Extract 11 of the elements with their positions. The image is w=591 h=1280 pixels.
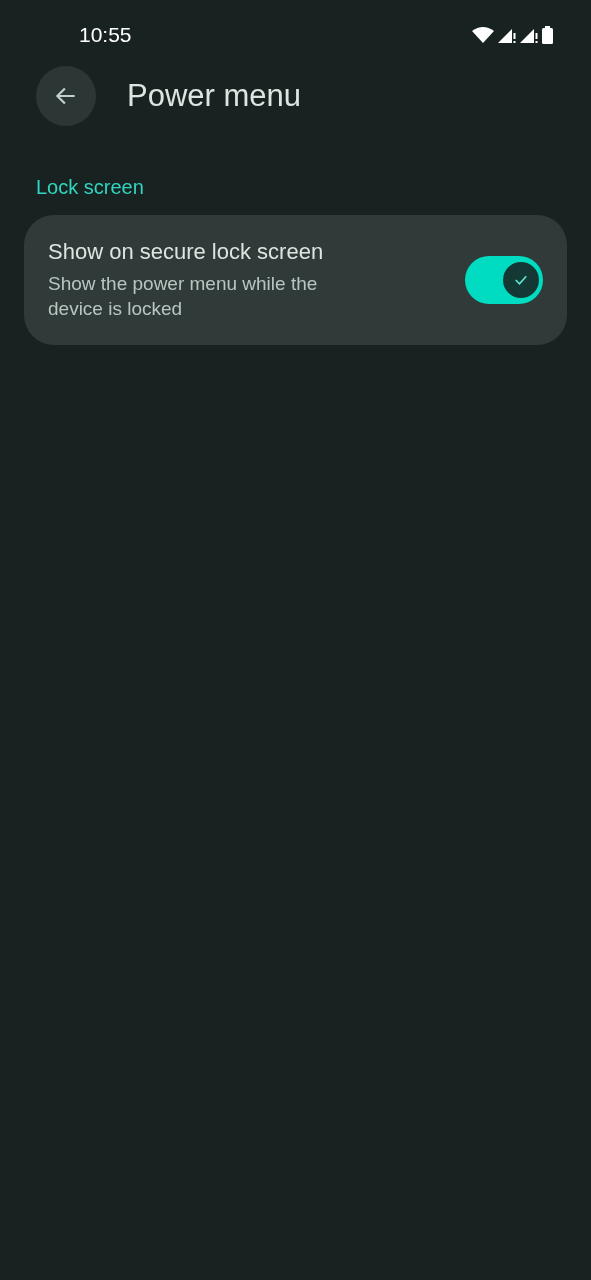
section-header: Lock screen: [36, 176, 144, 199]
page-title: Power menu: [127, 78, 302, 114]
battery-icon: [542, 26, 553, 44]
setting-title: Show on secure lock screen: [48, 239, 325, 265]
status-time: 10:55: [79, 23, 132, 47]
signal-icon: [498, 27, 516, 43]
setting-row[interactable]: Show on secure lock screen Show the power menu while the device is locked: [24, 215, 567, 345]
toggle-switch[interactable]: [465, 256, 543, 304]
setting-summary: Show the power menu while the device is locked: [48, 272, 319, 321]
signal-icon: [520, 27, 538, 43]
wifi-icon: [472, 27, 494, 43]
